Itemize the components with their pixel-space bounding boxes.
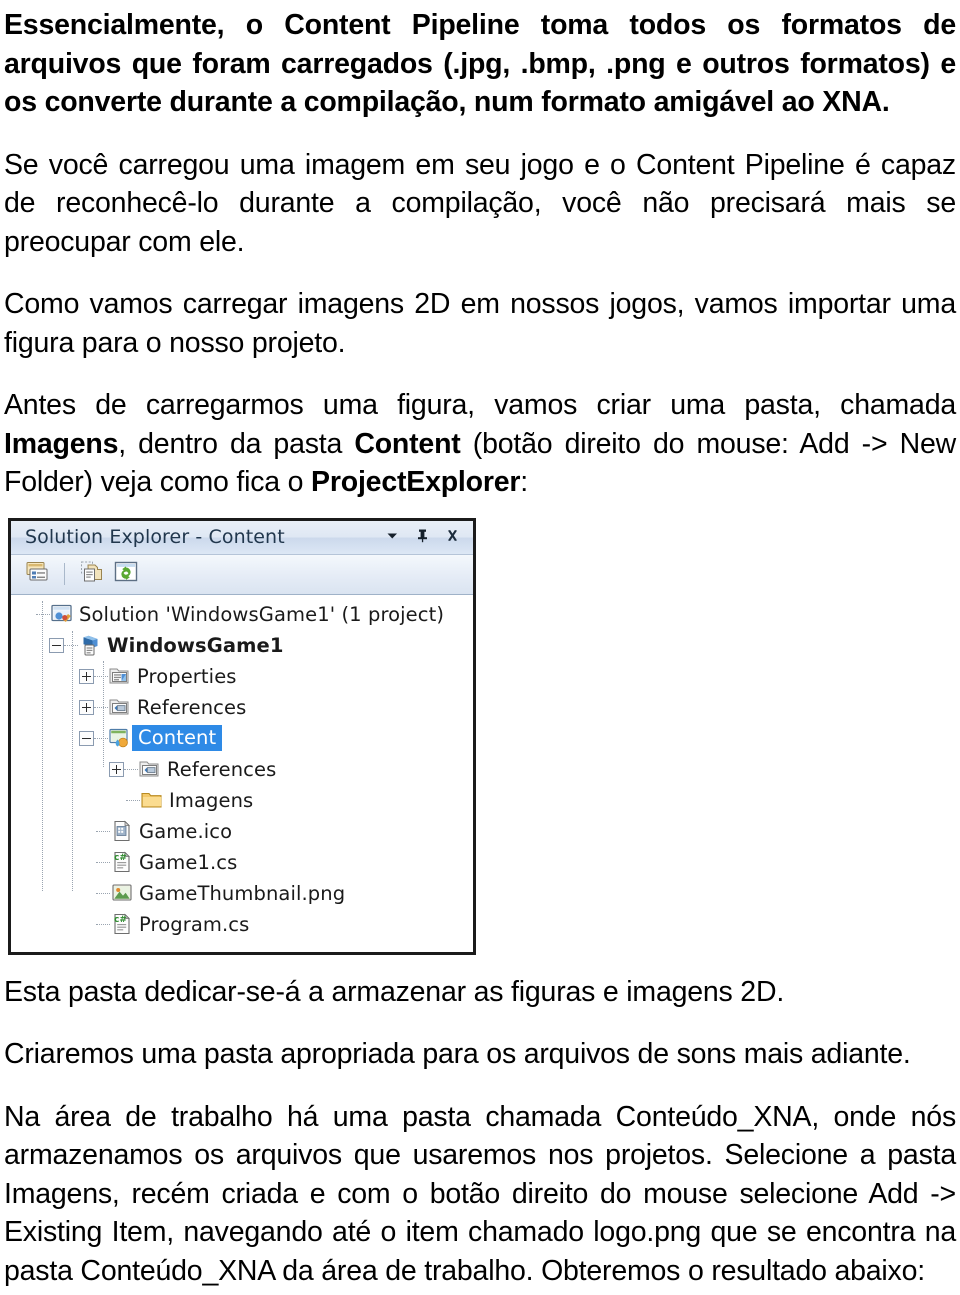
- solution-explorer-tree: Solution 'WindowsGame1' (1 project) Windo…: [11, 594, 473, 949]
- folder-icon: [140, 788, 164, 812]
- tree-item-label: References: [167, 757, 277, 781]
- csharp-file-icon: c#: [110, 850, 134, 874]
- pin-icon[interactable]: [414, 527, 431, 548]
- tree-item-label: GameThumbnail.png: [139, 881, 346, 905]
- close-icon[interactable]: [444, 527, 461, 548]
- paragraph-after-3: Na área de trabalho há uma pasta chamada…: [4, 1100, 956, 1287]
- tree-connector-line: [126, 799, 140, 801]
- properties-folder-icon: [108, 664, 132, 688]
- properties-window-icon[interactable]: [24, 559, 50, 589]
- tree-item-imagens[interactable]: Imagens: [11, 785, 473, 816]
- references-folder-icon: [138, 757, 162, 781]
- folder-text-2: , dentro da pasta: [118, 427, 355, 460]
- tree-connector-line: [96, 892, 110, 894]
- bottom-text-block: Esta pasta dedicar-se-á a armazenar as f…: [4, 973, 956, 1291]
- expand-node-icon[interactable]: [79, 699, 94, 715]
- tree-item-label: Program.cs: [139, 912, 250, 936]
- chevron-down-icon[interactable]: [384, 527, 401, 548]
- show-all-files-icon[interactable]: [79, 559, 105, 589]
- folder-name-content: Content: [354, 427, 461, 460]
- expand-node-icon[interactable]: [79, 668, 94, 684]
- document-page: Essencialmente, o Content Pipeline toma …: [0, 6, 960, 1295]
- tree-connector-line: [94, 706, 108, 708]
- ico-file-icon: [110, 819, 134, 843]
- toolbar-separator: [64, 563, 65, 585]
- tree-connector-line: [36, 613, 50, 615]
- tree-connector-line: [96, 830, 110, 832]
- csharp-file-icon: c#: [110, 912, 134, 936]
- tree-connector-line: [124, 768, 138, 770]
- tree-item-game1-cs[interactable]: c# Game1.cs: [11, 847, 473, 878]
- folder-name-imagens: Imagens: [4, 427, 119, 460]
- paragraph-recognize: Se você carregou uma imagem em seu jogo …: [4, 148, 956, 258]
- tree-item-program-cs[interactable]: c# Program.cs: [11, 909, 473, 940]
- collapse-node-icon[interactable]: [49, 637, 64, 653]
- tree-connector-line: [94, 737, 108, 739]
- titlebar-buttons: [384, 527, 465, 548]
- expand-node-icon[interactable]: [109, 761, 124, 777]
- tree-item-solution-windowsgame1-1-project[interactable]: Solution 'WindowsGame1' (1 project): [11, 599, 473, 630]
- paragraph-import: Como vamos carregar imagens 2D em nossos…: [4, 288, 956, 359]
- tree-item-references[interactable]: References: [11, 692, 473, 723]
- tree-item-properties[interactable]: Properties: [11, 661, 473, 692]
- paragraph-intro: Essencialmente, o Content Pipeline toma …: [4, 9, 956, 118]
- collapse-node-icon[interactable]: [79, 730, 94, 746]
- svg-text:c#: c#: [114, 853, 127, 863]
- svg-text:c#: c#: [114, 915, 127, 925]
- tree-connector-line: [94, 675, 108, 677]
- panel-title: Solution Explorer - Content: [25, 526, 285, 548]
- csharp-project-icon: [78, 633, 102, 657]
- tree-connector-line: [96, 861, 110, 863]
- references-folder-icon: [108, 695, 132, 719]
- tree-item-label: Game1.cs: [139, 850, 238, 874]
- folder-text-1: Antes de carregarmos uma figura, vamos c…: [4, 389, 956, 421]
- tree-item-label: References: [137, 695, 247, 719]
- tree-item-label: Solution 'WindowsGame1' (1 project): [79, 602, 445, 626]
- solution-explorer-panel: Solution Explorer - Content Solution 'Wi…: [8, 517, 476, 955]
- paragraph-after-2: Criaremos uma pasta apropriada para os a…: [4, 1038, 911, 1070]
- tree-item-label: Properties: [137, 664, 237, 688]
- tree-item-content[interactable]: Content: [11, 723, 473, 754]
- solution-icon: [50, 602, 74, 626]
- tree-item-label: Imagens: [169, 788, 254, 812]
- solution-explorer-titlebar: Solution Explorer - Content: [11, 520, 473, 555]
- tree-connector-line: [64, 644, 78, 646]
- image-file-icon: [110, 881, 134, 905]
- tree-rows-container: Solution 'WindowsGame1' (1 project) Windo…: [11, 599, 473, 940]
- tree-item-label: Content: [132, 725, 223, 751]
- paragraph-create-folder: Antes de carregarmos uma figura, vamos c…: [4, 386, 956, 502]
- paragraph-after-1: Esta pasta dedicar-se-á a armazenar as f…: [4, 975, 785, 1008]
- tree-item-gamethumbnail-png[interactable]: GameThumbnail.png: [11, 878, 473, 909]
- refresh-icon[interactable]: [113, 559, 139, 589]
- content-project-icon: [108, 726, 132, 750]
- tree-item-windowsgame1[interactable]: WindowsGame1: [11, 630, 473, 661]
- tree-item-game-ico[interactable]: Game.ico: [11, 816, 473, 847]
- project-explorer-name: ProjectExplorer: [311, 466, 521, 498]
- solution-explorer-screenshot: Solution Explorer - Content Solution 'Wi…: [8, 517, 476, 955]
- tree-connector-line: [96, 923, 110, 925]
- folder-text-4: :: [520, 466, 529, 498]
- solution-explorer-toolbar: [11, 554, 473, 595]
- tree-item-label: Game.ico: [139, 819, 233, 843]
- tree-item-references[interactable]: References: [11, 754, 473, 785]
- tree-item-label: WindowsGame1: [107, 633, 284, 657]
